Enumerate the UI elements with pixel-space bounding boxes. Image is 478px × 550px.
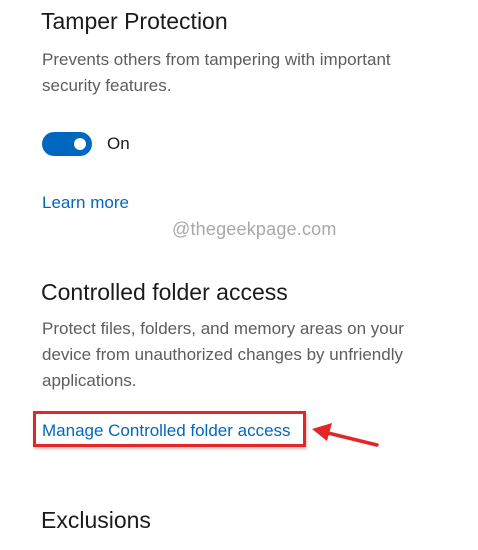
annotation-arrow-icon [312, 423, 379, 447]
learn-more-link[interactable]: Learn more [42, 193, 129, 213]
toggle-state-label: On [107, 134, 130, 153]
tamper-protection-description: Prevents others from tampering with impo… [42, 47, 462, 99]
description-line: Prevents others from tampering with impo… [42, 50, 391, 69]
description-line: Protect files, folders, and memory areas… [42, 319, 404, 338]
tamper-protection-title: Tamper Protection [41, 8, 228, 34]
toggle-knob [74, 138, 86, 150]
description-line: security features. [42, 76, 172, 95]
controlled-folder-access-title: Controlled folder access [41, 279, 288, 305]
annotation-highlight-box [33, 411, 306, 447]
watermark: @thegeekpage.com [172, 219, 337, 239]
tamper-protection-toggle[interactable] [42, 132, 92, 156]
description-line: device from unauthorized changes by unfr… [42, 345, 403, 364]
controlled-folder-access-description: Protect files, folders, and memory areas… [42, 316, 462, 394]
exclusions-title: Exclusions [41, 507, 151, 533]
description-line: applications. [42, 371, 137, 390]
